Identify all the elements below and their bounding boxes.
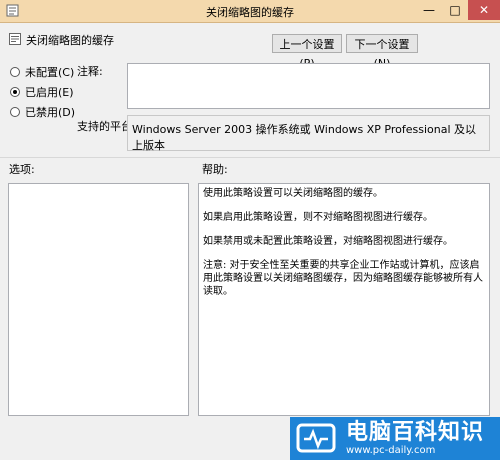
watermark-title: 电脑百科知识: [346, 419, 485, 445]
help-paragraph: 使用此策略设置可以关闭缩略图的缓存。: [203, 188, 383, 199]
divider: [0, 157, 500, 158]
radio-not-configured[interactable]: 未配置(C): [10, 64, 74, 80]
radio-disabled[interactable]: 已禁用(D): [10, 104, 75, 120]
options-panel: [8, 183, 189, 416]
radio-circle[interactable]: [10, 67, 20, 77]
next-setting-button[interactable]: 下一个设置(N): [346, 34, 418, 70]
radio-label: 已禁用(D): [25, 106, 76, 119]
help-paragraph: 注意: 对于安全性至关重要的共享企业工作站或计算机，应该启用此策略设置以关闭缩略…: [203, 260, 483, 297]
comment-label: 注释:: [77, 65, 103, 78]
radio-label: 未配置(C): [25, 66, 75, 79]
previous-setting-button[interactable]: 上一个设置(P): [272, 34, 342, 70]
radio-circle[interactable]: [10, 87, 20, 97]
minimize-button[interactable]: —: [416, 0, 442, 20]
watermark-url: www.pc-daily.com: [346, 444, 436, 456]
platform-field: Windows Server 2003 操作系统或 Windows XP Pro…: [127, 115, 490, 152]
help-panel: 使用此策略设置可以关闭缩略图的缓存。 如果启用此策略设置，则不对缩略图视图进行缓…: [198, 183, 490, 416]
help-label: 帮助:: [202, 163, 228, 176]
radio-label: 已启用(E): [25, 86, 74, 99]
close-button[interactable]: ✕: [468, 0, 500, 20]
maximize-button[interactable]: □: [442, 0, 468, 20]
policy-name: 关闭缩略图的缓存: [26, 34, 114, 47]
title-bar: 关闭缩略图的缓存 — □ ✕: [0, 0, 500, 23]
monitor-icon: [296, 423, 336, 452]
comment-field[interactable]: [127, 63, 490, 109]
help-paragraph: 如果启用此策略设置，则不对缩略图视图进行缓存。: [203, 212, 433, 223]
policy-icon: [9, 33, 21, 45]
site-watermark: 电脑百科知识 www.pc-daily.com: [290, 417, 500, 460]
radio-circle[interactable]: [10, 107, 20, 117]
radio-enabled[interactable]: 已启用(E): [10, 84, 74, 100]
help-paragraph: 如果禁用或未配置此策略设置，对缩略图视图进行缓存。: [203, 236, 453, 247]
options-label: 选项:: [9, 163, 35, 176]
